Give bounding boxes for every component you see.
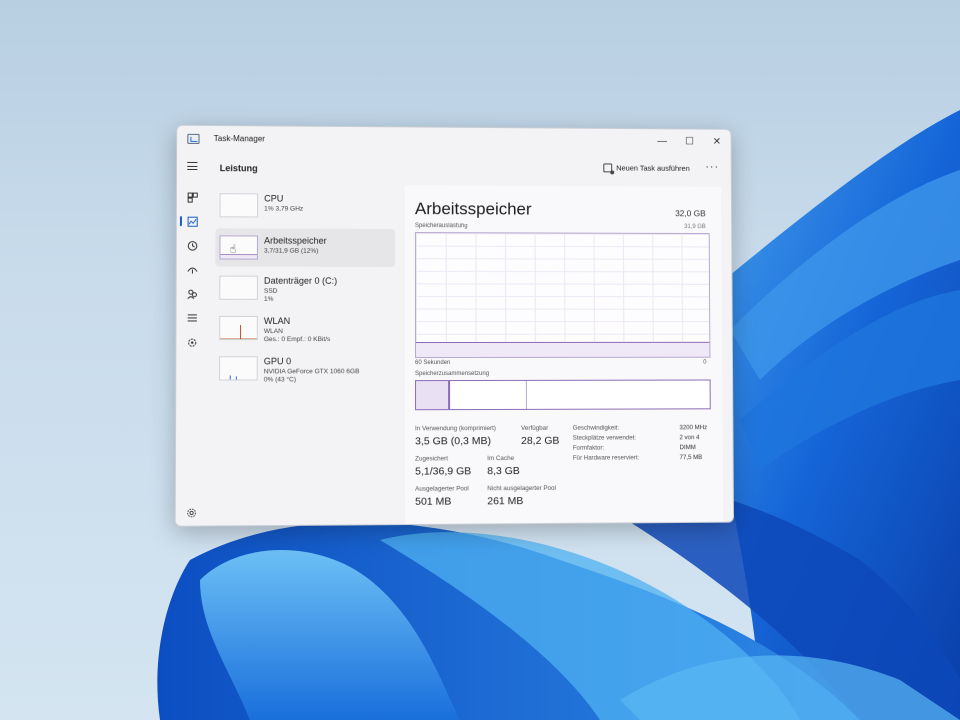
details-icon[interactable] — [185, 311, 199, 325]
composition-free — [527, 381, 710, 409]
performance-device-list: CPU 1% 3,79 GHz Arbeitsspeicher 3,7/31,9… — [215, 184, 397, 527]
device-detail-2: Ges.: 0 Empf.: 0 KBit/s — [263, 336, 331, 344]
users-icon[interactable] — [185, 287, 199, 301]
window-controls: — ☐ ✕ — [648, 129, 730, 153]
available-label: Verfügbar — [521, 424, 549, 432]
device-gpu[interactable]: GPU 0 NVIDIA GeForce GTX 1060 6GB 0% (43… — [215, 349, 395, 388]
services-icon[interactable] — [185, 335, 199, 349]
spec-value: 3200 MHz — [679, 424, 708, 432]
usage-graph-max: 31,9 GB — [684, 224, 706, 231]
minimize-button[interactable]: — — [648, 129, 676, 153]
nonpaged-pool-value: 261 MB — [487, 495, 524, 508]
device-detail: WLAN — [263, 328, 283, 336]
memory-composition-bar — [415, 379, 711, 411]
cached-label: Im Cache — [487, 454, 515, 463]
usage-graph-label: Speicherauslastung — [414, 223, 468, 230]
more-options-button[interactable]: ··· — [705, 161, 719, 173]
nonpaged-pool-label: Nicht ausgelagerter Pool — [487, 484, 557, 493]
memory-thumbnail-graph — [219, 235, 258, 260]
spec-label: Geschwindigkeit: — [572, 424, 620, 432]
detail-title: Arbeitsspeicher — [414, 199, 532, 219]
run-new-task-label: Neuen Task ausführen — [616, 163, 690, 173]
performance-icon[interactable] — [185, 214, 199, 228]
gpu-thumbnail-graph — [219, 356, 258, 380]
active-nav-indicator — [179, 216, 182, 227]
available-value: 28,2 GB — [521, 434, 560, 447]
memory-usage-graph — [414, 232, 711, 359]
graph-axis-left: 60 Sekunden — [415, 360, 451, 367]
spec-value: 2 von 4 — [679, 434, 700, 442]
paged-pool-value: 501 MB — [415, 495, 452, 508]
composition-in-use — [416, 381, 451, 410]
mouse-cursor-icon: ☝ — [229, 243, 237, 256]
maximize-button[interactable]: ☐ — [676, 129, 704, 153]
header-bar: Leistung Neuen Task ausführen ··· — [177, 152, 731, 187]
run-new-task-button[interactable]: Neuen Task ausführen — [603, 163, 690, 173]
hamburger-icon[interactable] — [187, 161, 198, 171]
device-name: Arbeitsspeicher — [264, 235, 327, 246]
disk-thumbnail-graph — [219, 275, 258, 300]
spec-value: DIMM — [679, 444, 696, 452]
run-task-icon — [603, 163, 613, 173]
composition-modified — [450, 380, 527, 410]
graph-axis-right: 0 — [703, 359, 707, 366]
device-name: Datenträger 0 (C:) — [263, 275, 338, 286]
close-button[interactable]: ✕ — [703, 130, 730, 154]
paged-pool-label: Ausgelagerter Pool — [415, 485, 469, 493]
committed-value: 5,1/36,9 GB — [415, 465, 472, 478]
navigation-rail — [176, 184, 210, 527]
composition-label: Speicherzusammensetzung — [415, 370, 490, 378]
spec-label: Formfaktor: — [572, 444, 605, 452]
spec-label: Steckplätze verwendet: — [572, 434, 637, 442]
device-detail: SSD — [263, 287, 278, 295]
cached-value: 8,3 GB — [487, 464, 520, 478]
device-cpu[interactable]: CPU 1% 3,79 GHz — [215, 186, 394, 225]
task-manager-window: Task-Manager — ☐ ✕ Leistung Neuen Task a… — [174, 124, 735, 527]
device-detail: 1% 3,79 GHz — [264, 205, 304, 213]
processes-icon[interactable] — [185, 190, 199, 204]
device-detail-2: 0% (43 °C) — [263, 376, 297, 384]
in-use-value: 3,5 GB (0,3 MB) — [415, 435, 492, 448]
memory-total: 32,0 GB — [675, 208, 706, 219]
device-name: WLAN — [263, 315, 291, 327]
device-wlan[interactable]: WLAN WLAN Ges.: 0 Empf.: 0 KBit/s — [215, 309, 395, 347]
device-detail-2: 1% — [263, 295, 274, 303]
task-manager-app-icon — [187, 133, 200, 144]
memory-usage-fill — [416, 341, 710, 358]
device-name: CPU — [264, 193, 284, 204]
app-history-icon[interactable] — [185, 238, 199, 252]
window-title: Task-Manager — [213, 134, 265, 144]
spec-label: Für Hardware reserviert: — [572, 454, 640, 462]
title-bar[interactable]: Task-Manager — ☐ ✕ — [177, 126, 731, 156]
device-detail: 3,7/31,9 GB (12%) — [264, 247, 319, 255]
device-memory[interactable]: Arbeitsspeicher 3,7/31,9 GB (12%) ☝ — [215, 228, 395, 267]
startup-apps-icon[interactable] — [185, 262, 199, 276]
committed-label: Zugesichert — [415, 455, 449, 463]
device-disk[interactable]: Datenträger 0 (C:) SSD 1% — [215, 269, 395, 307]
spec-value: 77,5 MB — [679, 454, 703, 462]
settings-icon[interactable] — [184, 505, 198, 519]
page-title: Leistung — [219, 163, 258, 174]
wlan-thumbnail-graph — [219, 315, 258, 340]
device-detail: NVIDIA GeForce GTX 1060 6GB — [263, 368, 360, 376]
in-use-label: In Verwendung (komprimiert) — [415, 425, 496, 433]
cpu-thumbnail-graph — [219, 193, 259, 218]
device-name: GPU 0 — [263, 356, 292, 367]
memory-detail-panel: Arbeitsspeicher 32,0 GB Speicherauslastu… — [404, 185, 724, 527]
